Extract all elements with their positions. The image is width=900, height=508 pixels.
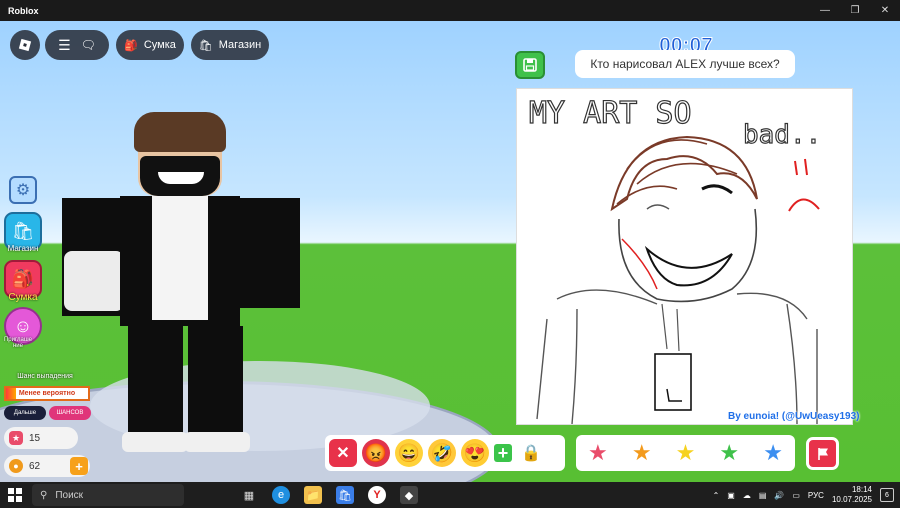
taskbar-date: 10.07.2025	[831, 495, 872, 504]
chat-icon[interactable]: 🗨	[81, 38, 96, 52]
roblox-menu-button[interactable]	[10, 30, 40, 60]
roblox-app-icon[interactable]: ◆	[400, 486, 418, 504]
star-blue-icon[interactable]: ★	[763, 440, 783, 466]
player-drawing: MY ART SO bad..	[528, 95, 822, 424]
hud-bag-button[interactable]: 🎒 Сумка	[116, 30, 184, 60]
lock-icon[interactable]: 🔒	[517, 439, 545, 467]
avatar-right-shoe	[184, 432, 250, 452]
drop-chance-title: Шанс выпадения	[17, 373, 73, 380]
backpack-icon: 🎒	[11, 268, 35, 289]
drop-chance-text: Менее вероятно	[18, 390, 76, 397]
chevron-up-icon[interactable]: ⌃	[713, 491, 720, 500]
hamburger-icon[interactable]: ☰	[58, 37, 71, 54]
taskbar-search-label: Поиск	[55, 489, 84, 501]
gear-icon: ⚙	[15, 182, 31, 199]
hud-shop-label: Магазин	[218, 39, 262, 51]
bag-icon: 🎒	[124, 39, 138, 52]
shopping-bag-icon: 🛍	[11, 220, 35, 241]
battery-icon[interactable]: ▭	[792, 491, 800, 500]
avatar-smile	[158, 172, 204, 184]
avatar-hair	[134, 112, 226, 152]
star-icon: ★	[9, 431, 23, 445]
avatar-left-leg	[128, 326, 183, 436]
file-explorer-icon[interactable]: 📁	[304, 486, 322, 504]
drop-chance-fill	[6, 388, 16, 399]
taskbar-time: 18:14	[851, 485, 872, 494]
taskbar-search[interactable]: ⚲ Поиск	[32, 484, 184, 506]
restore-icon[interactable]: ❐	[840, 0, 870, 21]
add-coins-button[interactable]: +	[70, 457, 88, 475]
search-icon: ⚲	[40, 489, 48, 501]
rofl-face-icon[interactable]: 🤣	[428, 439, 456, 467]
hud-bag-label: Сумка	[143, 39, 176, 51]
close-reactions-button[interactable]: ✕	[329, 439, 357, 467]
window-titlebar: Roblox — ❐ ✕	[0, 0, 900, 21]
shopping-bag-icon: 🛍	[198, 39, 213, 52]
drawing-author: By eunoia! (@UwUeasy193)	[728, 411, 860, 422]
chances-badge[interactable]: ШАНСОВ	[49, 406, 91, 420]
star-rating-bar: ★ ★ ★ ★ ★	[576, 435, 795, 471]
cloud-icon[interactable]: ☁	[743, 491, 751, 500]
edge-browser-icon[interactable]: e	[272, 486, 290, 504]
next-badge[interactable]: Дальше	[4, 406, 46, 420]
round-question: Кто нарисовал ALEX лучше всех?	[575, 50, 795, 78]
settings-button[interactable]: ⚙	[9, 176, 37, 204]
floppy-disk-icon	[523, 58, 537, 72]
drawing-canvas: MY ART SO bad..	[516, 88, 853, 425]
heart-eyes-icon[interactable]: 😍	[461, 439, 489, 467]
star-yellow-icon[interactable]: ★	[676, 440, 696, 466]
avatar-right-arm	[240, 198, 300, 308]
drawing-text-line1: MY ART SO	[529, 96, 692, 131]
camera-icon[interactable]: ▣	[727, 491, 735, 500]
avatar-shirt	[152, 196, 208, 320]
yandex-browser-icon[interactable]: Y	[368, 486, 386, 504]
window-title: Roblox	[8, 5, 39, 16]
grinning-face-icon[interactable]: 😄	[395, 439, 423, 467]
avatar-bandage	[64, 251, 124, 311]
roblox-logo-icon	[18, 38, 32, 52]
star-pink-icon[interactable]: ★	[588, 440, 608, 466]
stars-counter: ★ 15	[4, 427, 78, 449]
drawing-text-line2: bad..	[743, 120, 821, 150]
stars-count: 15	[29, 432, 41, 444]
store-icon[interactable]: 🛍	[336, 486, 354, 504]
coin-icon: ●	[9, 459, 23, 473]
volume-icon[interactable]: 🔊	[774, 491, 784, 500]
save-drawing-button[interactable]	[515, 51, 545, 79]
notification-center-icon[interactable]: 6	[880, 488, 894, 502]
close-icon[interactable]: ✕	[870, 0, 900, 21]
windows-taskbar: ⚲ Поиск ▦ e 📁 🛍 Y ◆ ⌃ ▣ ☁ ▤ 🔊 ▭ РУС 18:1…	[0, 482, 900, 508]
flag-icon	[817, 447, 828, 460]
side-invite-label: Приглаше ние	[3, 337, 33, 349]
minimize-icon[interactable]: —	[810, 0, 840, 21]
notification-count: 6	[885, 491, 889, 499]
taskbar-clock[interactable]: 18:14 10.07.2025	[832, 485, 872, 505]
angry-face-icon[interactable]: 😡	[362, 439, 390, 467]
add-reaction-button[interactable]: +	[494, 443, 512, 463]
drop-chance-bar: Менее вероятно	[4, 386, 90, 401]
system-tray: ⌃ ▣ ☁ ▤ 🔊 ▭ РУС 18:14 10.07.2025 6	[713, 482, 894, 508]
coins-count: 62	[29, 460, 41, 472]
star-green-icon[interactable]: ★	[719, 440, 739, 466]
star-orange-icon[interactable]: ★	[632, 440, 652, 466]
avatar-left-shoe	[122, 432, 188, 452]
side-bag-label: Сумка	[8, 292, 38, 303]
language-indicator[interactable]: РУС	[808, 491, 824, 500]
windows-start-icon[interactable]	[0, 482, 30, 508]
report-button[interactable]	[806, 437, 839, 470]
side-shop-label: Магазин	[7, 244, 39, 253]
network-icon[interactable]: ▤	[759, 491, 767, 500]
reaction-bar: ✕ 😡 😄 🤣 😍 + 🔒	[325, 435, 565, 471]
hud-menu-group: ☰ 🗨	[45, 30, 109, 60]
task-view-icon[interactable]: ▦	[240, 486, 258, 504]
hud-shop-button[interactable]: 🛍 Магазин	[191, 30, 269, 60]
smiley-icon: ☺	[13, 315, 33, 336]
avatar-right-leg	[188, 326, 243, 436]
